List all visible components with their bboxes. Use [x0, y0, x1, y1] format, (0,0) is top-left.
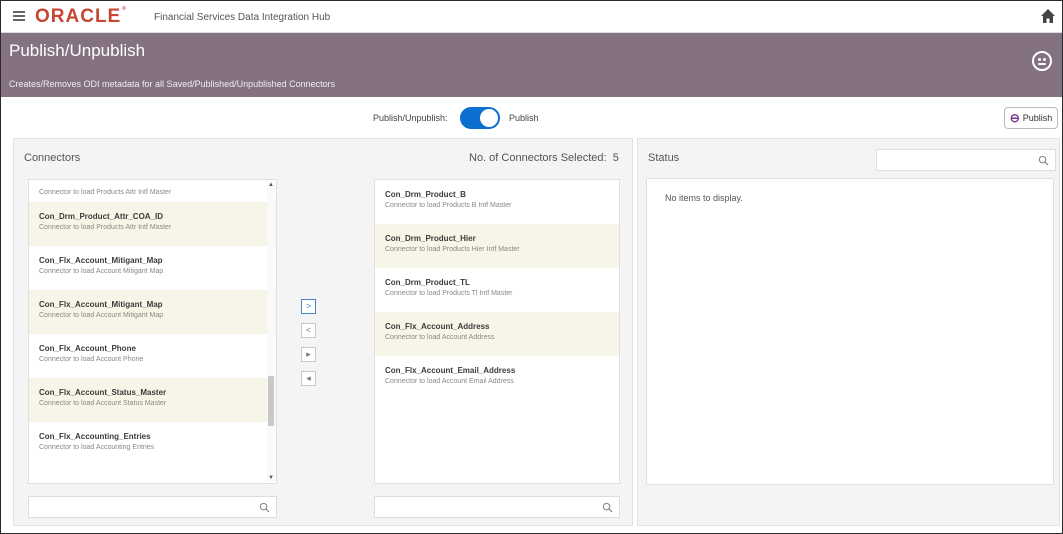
- selected-search-input[interactable]: [379, 500, 579, 514]
- search-icon[interactable]: [259, 502, 270, 513]
- publish-unpublish-toggle[interactable]: [460, 107, 500, 129]
- list-item[interactable]: Con_Flx_Account_Email_Address Connector …: [375, 356, 619, 400]
- status-search-field[interactable]: [876, 149, 1056, 171]
- publish-toolbar: Publish/Unpublish: Publish ⊖ Publish: [1, 104, 1062, 132]
- list-item[interactable]: Connector to load Products Attr Intf Mas…: [29, 180, 276, 202]
- list-item[interactable]: Con_Flx_Accounting_Entries Connector to …: [29, 422, 276, 466]
- page-subtitle: Creates/Removes ODI metadata for all Sav…: [9, 79, 336, 89]
- selected-connectors-list[interactable]: Con_Drm_Product_B Connector to load Prod…: [374, 179, 620, 484]
- help-face-icon[interactable]: [1032, 51, 1052, 71]
- top-bar: ORACLE® Financial Services Data Integrat…: [1, 1, 1062, 33]
- move-all-right-button[interactable]: ▸: [301, 347, 316, 362]
- move-selected-right-button[interactable]: >: [301, 299, 316, 314]
- available-search-field[interactable]: [28, 496, 277, 518]
- scroll-thumb[interactable]: [268, 376, 274, 426]
- publish-icon: ⊖: [1009, 111, 1020, 125]
- search-icon[interactable]: [1038, 155, 1049, 166]
- product-name: Financial Services Data Integration Hub: [154, 12, 331, 23]
- publish-button[interactable]: ⊖ Publish: [1004, 107, 1058, 129]
- list-item[interactable]: Con_Flx_Account_Address Connector to loa…: [375, 312, 619, 356]
- oracle-logo: ORACLE®: [35, 6, 127, 27]
- list-item[interactable]: Con_Flx_Account_Status_Master Connector …: [29, 378, 276, 422]
- status-title: Status: [648, 152, 680, 164]
- available-search-input[interactable]: [33, 500, 233, 514]
- app-window: ORACLE® Financial Services Data Integrat…: [0, 0, 1063, 534]
- list-item[interactable]: Con_Drm_Product_Attr_COA_ID Connector to…: [29, 202, 276, 246]
- home-icon[interactable]: [1040, 8, 1056, 24]
- list-item[interactable]: Con_Drm_Product_TL Connector to load Pro…: [375, 268, 619, 312]
- selected-count: No. of Connectors Selected: 5: [469, 152, 619, 164]
- move-all-left-button[interactable]: ◂: [301, 371, 316, 386]
- search-icon[interactable]: [602, 502, 613, 513]
- list-item[interactable]: Con_Flx_Account_Mitigant_Map Connector t…: [29, 290, 276, 334]
- list-item[interactable]: Con_Drm_Product_Hier Connector to load P…: [375, 224, 619, 268]
- toggle-state-label: Publish: [509, 113, 539, 123]
- page-header: Publish/Unpublish Creates/Removes ODI me…: [1, 33, 1062, 97]
- selected-search-field[interactable]: [374, 496, 620, 518]
- list-item[interactable]: Con_Drm_Product_B Connector to load Prod…: [375, 180, 619, 224]
- available-list-scrollbar[interactable]: ▲ ▼: [267, 181, 275, 482]
- empty-message: No items to display.: [665, 193, 743, 203]
- page-title: Publish/Unpublish: [9, 41, 146, 60]
- available-connectors-list[interactable]: Connector to load Products Attr Intf Mas…: [28, 179, 277, 484]
- hamburger-menu-icon[interactable]: [13, 11, 25, 21]
- toggle-knob: [480, 109, 498, 127]
- status-panel: Status No items to display.: [637, 138, 1060, 526]
- list-item[interactable]: Con_Flx_Account_Phone Connector to load …: [29, 334, 276, 378]
- publish-button-label: Publish: [1022, 113, 1053, 123]
- move-selected-left-button[interactable]: <: [301, 323, 316, 338]
- connectors-panel: Connectors No. of Connectors Selected: 5…: [13, 138, 633, 526]
- connectors-title: Connectors: [24, 152, 81, 164]
- scroll-down-icon[interactable]: ▼: [267, 474, 275, 482]
- toggle-label: Publish/Unpublish:: [373, 113, 448, 123]
- scroll-up-icon[interactable]: ▲: [267, 181, 275, 189]
- status-list: No items to display.: [646, 178, 1054, 485]
- list-item[interactable]: Con_Flx_Account_Mitigant_Map Connector t…: [29, 246, 276, 290]
- status-search-input[interactable]: [881, 153, 1031, 167]
